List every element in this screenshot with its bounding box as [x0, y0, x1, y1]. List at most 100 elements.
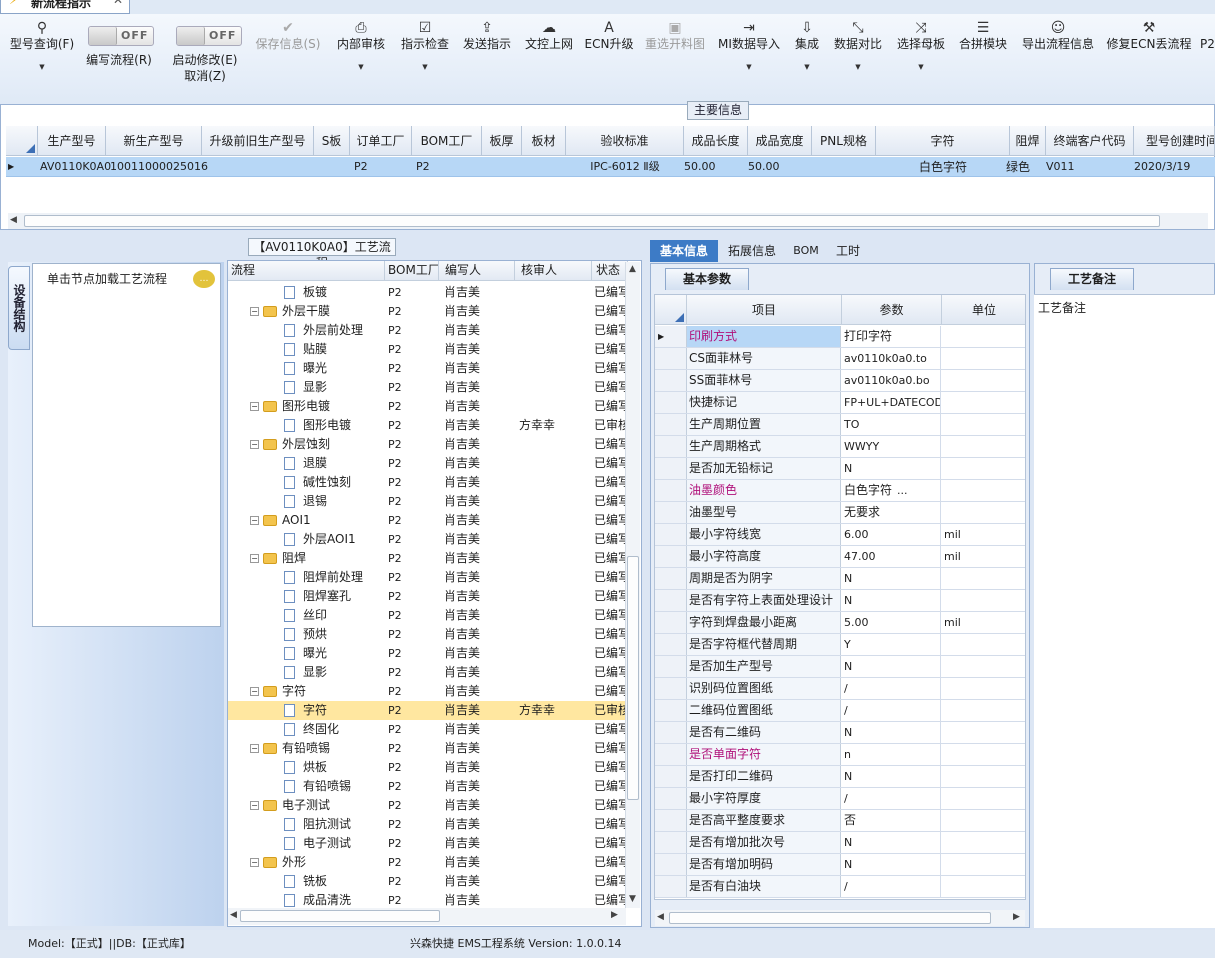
tree-row[interactable]: 外层AOI1 P2 肖吉美 已编写: [228, 530, 628, 549]
param-value[interactable]: av0110k0a0.bo: [842, 370, 941, 391]
param-value[interactable]: /: [842, 788, 941, 809]
merge-module-button[interactable]: ☰ 合拼模块: [956, 20, 1010, 52]
tree-row[interactable]: 图形电镀 P2 肖吉美 方幸幸 已审核: [228, 416, 628, 435]
param-row[interactable]: 是否加无铅标记 N: [655, 458, 1025, 480]
mi-data-import-button[interactable]: ⇥ MI数据导入 ▼: [716, 20, 782, 74]
col-old-model[interactable]: 升级前旧生产型号: [202, 126, 314, 156]
tree-row[interactable]: − 有铅喷锡 P2 肖吉美 已编写: [228, 739, 628, 758]
col-acceptance[interactable]: 验收标准: [566, 126, 684, 156]
equipment-structure-tab[interactable]: 设备结构: [8, 266, 30, 350]
col-order-factory[interactable]: 订单工厂: [350, 126, 412, 156]
tree-row[interactable]: 终固化 P2 肖吉美 已编写: [228, 720, 628, 739]
collapse-icon[interactable]: −: [250, 687, 259, 696]
scroll-thumb[interactable]: [24, 215, 1160, 227]
param-row[interactable]: 是否高平整度要求否: [655, 810, 1025, 832]
tree-row[interactable]: 铣板 P2 肖吉美 已编写: [228, 872, 628, 891]
tree-row[interactable]: − 电子测试 P2 肖吉美 已编写: [228, 796, 628, 815]
param-value[interactable]: n: [842, 744, 941, 765]
param-value[interactable]: TO: [842, 414, 941, 435]
model-query-button[interactable]: ⚲ 型号查询(F) ▼: [8, 20, 76, 74]
col-status[interactable]: 状态: [592, 261, 628, 281]
param-value[interactable]: N: [842, 766, 941, 787]
tree-row[interactable]: 电子测试 P2 肖吉美 已编写: [228, 834, 628, 853]
scroll-left-icon[interactable]: ◀: [657, 912, 664, 922]
col-flow[interactable]: 流程: [228, 261, 385, 281]
param-value[interactable]: N: [842, 590, 941, 611]
param-row[interactable]: 最小字符线宽 6.00 mil: [655, 524, 1025, 546]
tree-row[interactable]: − 外层干膜 P2 肖吉美 已编写: [228, 302, 628, 321]
scroll-up-icon[interactable]: ▲: [629, 264, 636, 274]
send-instruction-button[interactable]: ⇪ 发送指示: [460, 20, 514, 52]
reselect-cutting-image-button[interactable]: ▣ 重选开料图: [642, 20, 708, 52]
tree-vscrollbar[interactable]: ▲ ▼: [625, 262, 640, 908]
tree-row[interactable]: 碱性蚀刻 P2 肖吉美 已编写: [228, 473, 628, 492]
scroll-thumb[interactable]: [240, 910, 440, 922]
tree-row[interactable]: 外层前处理 P2 肖吉美 已编写: [228, 321, 628, 340]
load-flow-box[interactable]: 单击节点加载工艺流程 …: [32, 263, 221, 627]
tab-bom[interactable]: BOM: [786, 240, 826, 262]
save-info-button[interactable]: ✔ 保存信息(S): [252, 20, 324, 52]
collapse-icon[interactable]: −: [250, 307, 259, 316]
param-row[interactable]: 油墨颜色 白色字符...: [655, 480, 1025, 502]
scroll-thumb[interactable]: [669, 912, 991, 924]
write-flow-toggle[interactable]: OFF: [88, 26, 154, 46]
p2-button[interactable]: P2: [1200, 20, 1215, 52]
tree-row[interactable]: 曝光 P2 肖吉美 已编写: [228, 359, 628, 378]
tab-work-hours[interactable]: 工时: [830, 240, 866, 262]
start-modify-toggle[interactable]: OFF: [176, 26, 242, 46]
grid-corner[interactable]: [6, 126, 38, 156]
param-row[interactable]: 油墨型号 无要求: [655, 502, 1025, 524]
col-model[interactable]: 生产型号: [38, 126, 106, 156]
col-thickness[interactable]: 板厚: [482, 126, 522, 156]
col-solder-mask[interactable]: 阻焊: [1010, 126, 1046, 156]
tree-row[interactable]: 曝光 P2 肖吉美 已编写: [228, 644, 628, 663]
tree-row[interactable]: 阻抗测试 P2 肖吉美 已编写: [228, 815, 628, 834]
col-bom-factory[interactable]: BOM工厂: [412, 126, 482, 156]
grid-corner[interactable]: [655, 295, 687, 325]
col-new-model[interactable]: 新生产型号: [106, 126, 202, 156]
param-value[interactable]: N: [842, 458, 941, 479]
param-value[interactable]: N: [842, 656, 941, 677]
col-reviewer[interactable]: 核审人: [515, 261, 592, 281]
col-pnl[interactable]: PNL规格: [812, 126, 876, 156]
param-row[interactable]: 是否有增加批次号 N: [655, 832, 1025, 854]
collapse-icon[interactable]: −: [250, 858, 259, 867]
tree-row[interactable]: − 外形 P2 肖吉美 已编写: [228, 853, 628, 872]
collapse-icon[interactable]: −: [250, 440, 259, 449]
process-notes-box[interactable]: 工艺备注: [1034, 294, 1215, 928]
tree-row[interactable]: 板镀 P2 肖吉美 已编写: [228, 283, 628, 302]
col-material[interactable]: 板材: [522, 126, 566, 156]
param-row[interactable]: CS面菲林号 av0110k0a0.to: [655, 348, 1025, 370]
start-modify-button[interactable]: 启动修改(E) 取消(Z): [168, 52, 242, 84]
param-row[interactable]: ▶ 印刷方式 打印字符: [655, 326, 1025, 348]
param-value[interactable]: WWYY: [842, 436, 941, 457]
ecn-upgrade-button[interactable]: A ECN升级: [584, 20, 634, 52]
param-value[interactable]: FP+UL+DATECODE: [842, 392, 941, 413]
col-customer-code[interactable]: 终端客户代码: [1046, 126, 1134, 156]
scroll-down-icon[interactable]: ▼: [629, 894, 636, 904]
param-row[interactable]: SS面菲林号 av0110k0a0.bo: [655, 370, 1025, 392]
col-unit[interactable]: 单位: [942, 295, 1025, 325]
param-value[interactable]: Y: [842, 634, 941, 655]
tree-row[interactable]: 有铅喷锡 P2 肖吉美 已编写: [228, 777, 628, 796]
param-row[interactable]: 字符到焊盘最小距离 5.00 mil: [655, 612, 1025, 634]
param-value[interactable]: av0110k0a0.to: [842, 348, 941, 369]
tree-row[interactable]: 退锡 P2 肖吉美 已编写: [228, 492, 628, 511]
tree-row[interactable]: 显影 P2 肖吉美 已编写: [228, 663, 628, 682]
tree-row[interactable]: 贴膜 P2 肖吉美 已编写: [228, 340, 628, 359]
param-row[interactable]: 识别码位置图纸 /: [655, 678, 1025, 700]
tree-row[interactable]: − 外层蚀刻 P2 肖吉美 已编写: [228, 435, 628, 454]
repair-ecn-flow-button[interactable]: ⚒ 修复ECN丢流程: [1106, 20, 1192, 52]
param-value[interactable]: 否: [842, 810, 941, 831]
col-writer[interactable]: 编写人: [439, 261, 515, 281]
param-row[interactable]: 是否字符框代替周期 Y: [655, 634, 1025, 656]
param-value[interactable]: /: [842, 876, 941, 897]
param-row[interactable]: 是否打印二维码 N: [655, 766, 1025, 788]
param-value[interactable]: N: [842, 854, 941, 875]
ellipsis-button[interactable]: ...: [895, 480, 935, 501]
collapse-icon[interactable]: −: [250, 744, 259, 753]
tree-row[interactable]: 阻焊前处理 P2 肖吉美 已编写: [228, 568, 628, 587]
tab-basic-info[interactable]: 基本信息: [650, 240, 718, 262]
collapse-icon[interactable]: −: [250, 554, 259, 563]
param-row[interactable]: 是否加生产型号 N: [655, 656, 1025, 678]
